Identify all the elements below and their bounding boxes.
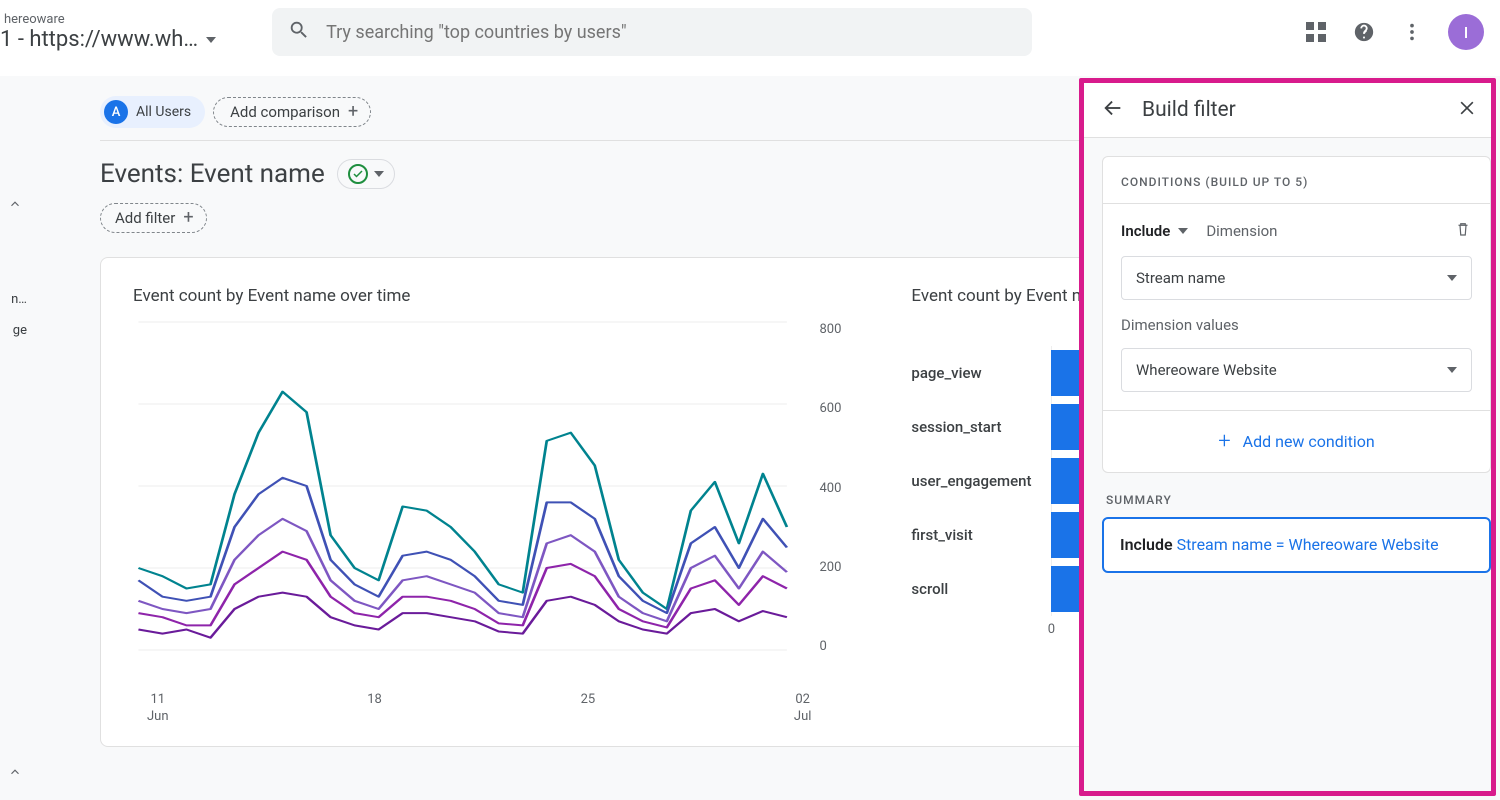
property-name: 1 - https://www.wh… [0,27,198,52]
help-icon[interactable] [1352,20,1376,44]
left-rail: n… ge [0,76,30,800]
dimension-select-value: Stream name [1136,269,1225,287]
avatar[interactable]: I [1448,14,1484,50]
search-icon [288,19,310,45]
audience-chip-all-users[interactable]: A All Users [100,96,205,128]
audience-badge: A [104,100,128,124]
property-selector[interactable]: hereoware 1 - https://www.wh… [0,12,216,52]
chevron-down-icon [1447,367,1457,373]
app-header: hereoware 1 - https://www.wh… I [0,0,1500,76]
summary-expression: Stream name = Whereoware Website [1177,535,1439,554]
add-filter-label: Add filter [115,209,175,227]
summary-prefix: Include [1120,535,1173,554]
plus-icon: + [183,209,193,227]
chevron-up-icon[interactable] [7,764,23,780]
add-comparison-label: Add comparison [230,103,340,121]
build-filter-panel: Build filter CONDITIONS (BUILD UP TO 5) … [1079,78,1496,796]
more-vert-icon[interactable] [1400,20,1424,44]
dimension-value-select[interactable]: Whereoware Website [1121,348,1472,392]
chevron-down-icon [206,37,216,43]
conditions-header: CONDITIONS (BUILD UP TO 5) [1103,175,1490,203]
line-chart: 8006004002000 [133,318,841,688]
summary-header: SUMMARY [1106,493,1491,507]
bar-label: scroll [911,580,1039,598]
page-title: Events: Event name [100,159,325,189]
dimension-values-label: Dimension values [1121,316,1472,334]
dimension-value: Whereoware Website [1136,361,1277,379]
rail-item-2[interactable]: ge [3,323,27,338]
audience-label: All Users [136,104,191,120]
bar-label: user_engagement [911,472,1039,490]
add-condition-label: Add new condition [1243,432,1375,451]
search-box[interactable] [272,8,1032,56]
chevron-down-icon [374,171,384,177]
back-arrow-icon[interactable] [1102,97,1124,123]
status-pill[interactable] [337,159,395,189]
chevron-down-icon [1178,228,1188,234]
property-breadcrumb: hereoware [0,12,216,27]
rail-item-1[interactable]: n… [3,292,27,307]
panel-title: Build filter [1142,98,1236,122]
add-condition-button[interactable]: + Add new condition [1103,411,1490,472]
add-comparison-button[interactable]: Add comparison + [213,97,371,127]
chevron-up-icon[interactable] [7,196,23,212]
bar-label: session_start [911,418,1039,436]
conditions-card: CONDITIONS (BUILD UP TO 5) Include Dimen… [1102,156,1491,473]
delete-icon[interactable] [1454,220,1472,242]
dimension-select[interactable]: Stream name [1121,256,1472,300]
add-filter-button[interactable]: Add filter + [100,203,207,233]
chevron-down-icon [1447,275,1457,281]
search-input[interactable] [326,22,1016,43]
bar-label: page_view [911,364,1039,382]
plus-icon: + [348,103,358,121]
summary-box: Include Stream name = Whereoware Website [1102,517,1491,573]
close-icon[interactable] [1457,98,1477,122]
include-exclude-select[interactable]: Include [1121,222,1188,240]
plus-icon: + [1218,429,1230,454]
check-circle-icon [348,164,368,184]
include-label: Include [1121,222,1170,240]
bar-label: first_visit [911,526,1039,544]
dimension-label: Dimension [1206,222,1277,240]
line-chart-title: Event count by Event name over time [133,286,841,306]
apps-icon[interactable] [1304,20,1328,44]
